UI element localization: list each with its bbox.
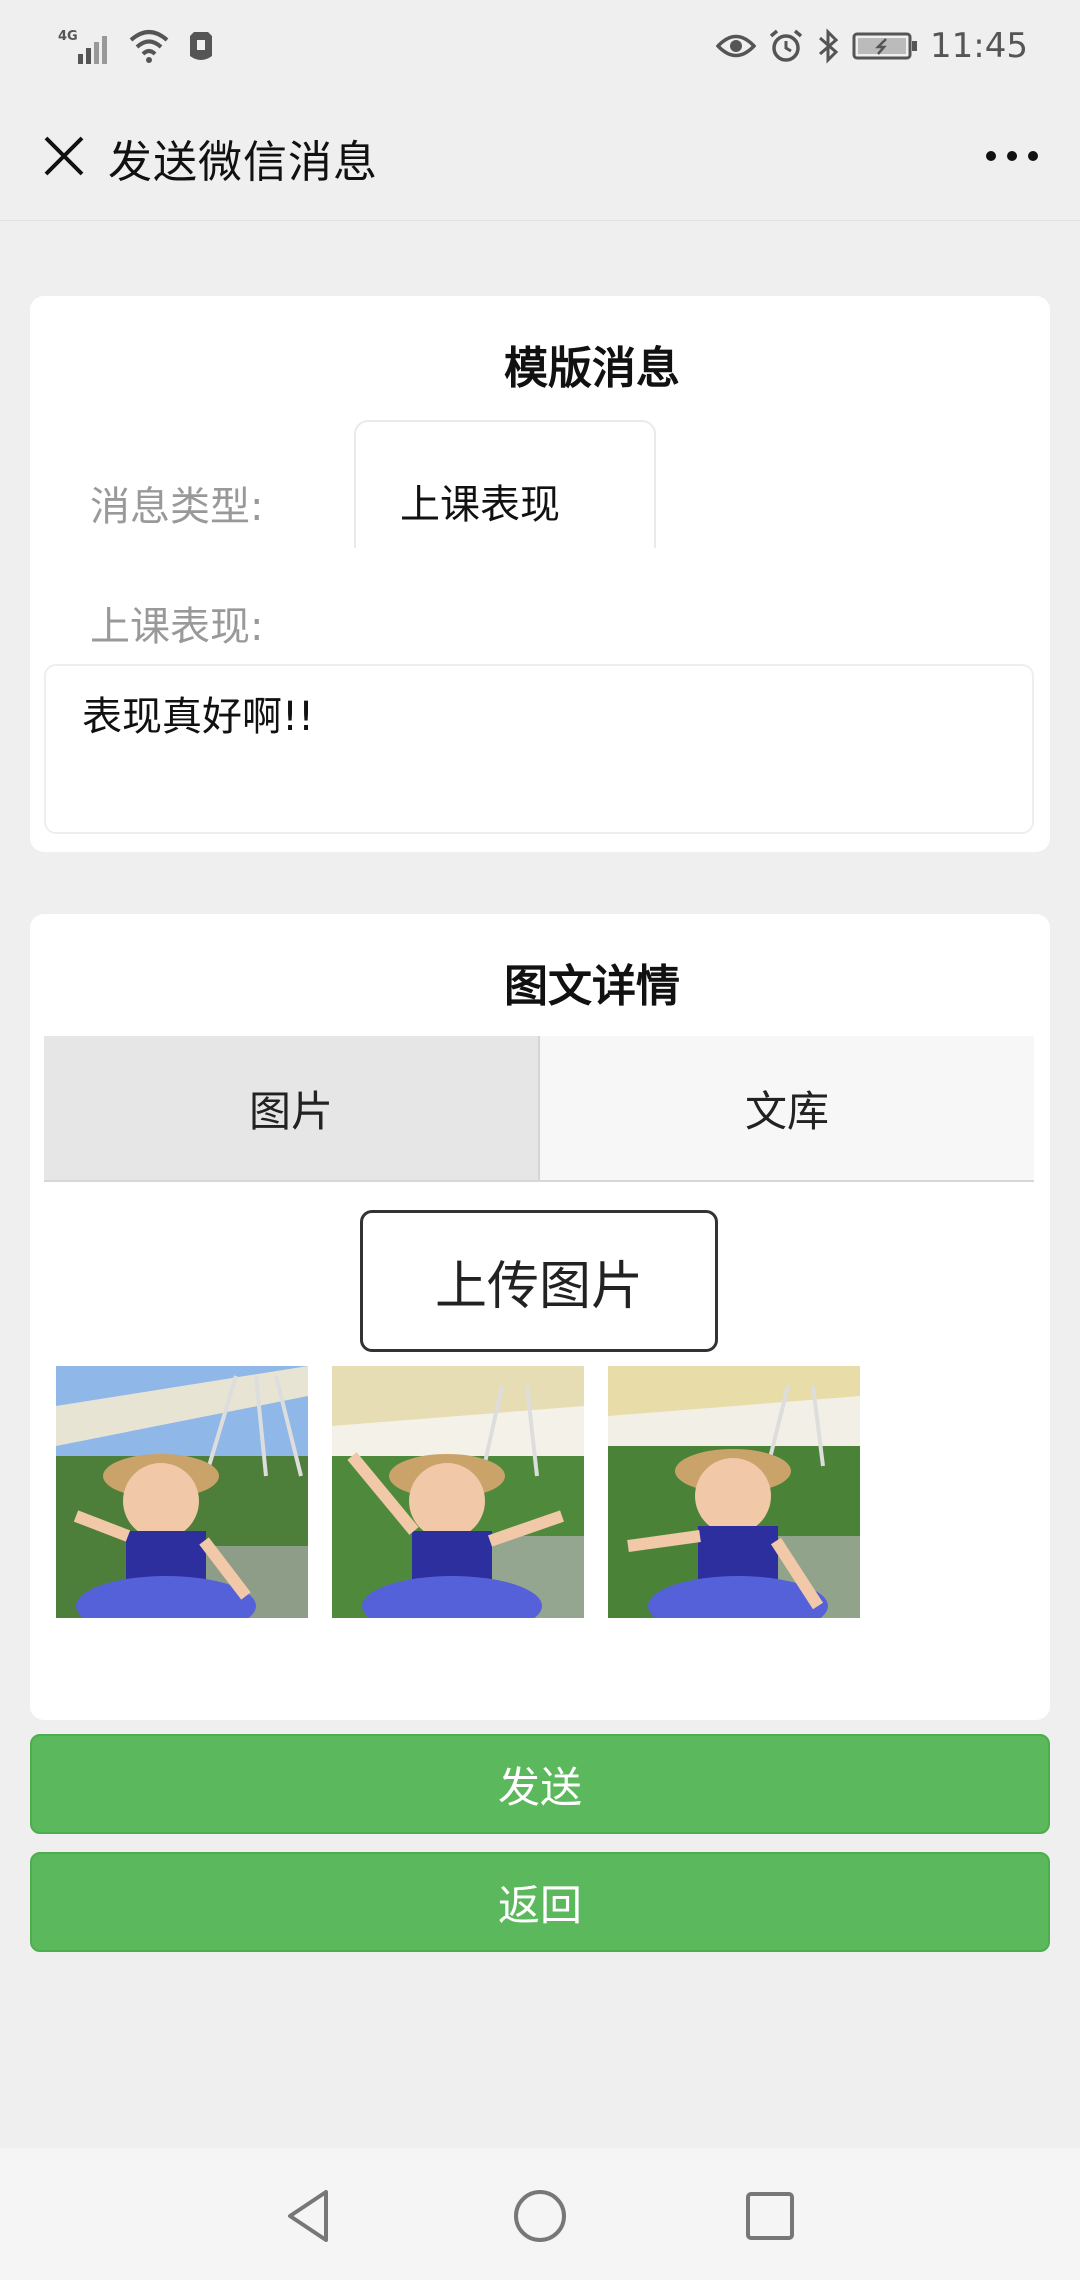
back-button[interactable]: 返回 xyxy=(30,1852,1050,1952)
performance-text: 表现真好啊!! xyxy=(82,694,315,740)
eye-icon xyxy=(716,31,757,61)
signal-icon: 4G xyxy=(58,26,114,66)
bluetooth-icon xyxy=(816,28,840,64)
image-thumbnail[interactable] xyxy=(608,1366,860,1618)
tab-pictures[interactable]: 图片 xyxy=(44,1036,540,1180)
detail-card-title: 图文详情 xyxy=(504,961,680,1012)
image-thumbnail[interactable] xyxy=(56,1366,308,1618)
system-back-icon[interactable] xyxy=(276,2184,340,2248)
performance-textarea[interactable]: 表现真好啊!! xyxy=(44,664,1034,834)
system-nav-bar xyxy=(0,2148,1080,2280)
svg-text:4G: 4G xyxy=(58,29,78,44)
close-icon[interactable] xyxy=(28,120,100,192)
image-thumbnail[interactable] xyxy=(332,1366,584,1618)
message-type-value: 上课表现 xyxy=(400,482,560,528)
image-thumbnails xyxy=(56,1366,860,1618)
notification-icon xyxy=(184,28,218,64)
message-type-select[interactable]: 上课表现 xyxy=(354,420,656,548)
tab-library[interactable]: 文库 xyxy=(540,1036,1034,1180)
template-message-card: 模版消息 消息类型: 上课表现 上课表现: 表现真好啊!! xyxy=(30,296,1050,852)
nav-bar: 发送微信消息 xyxy=(0,92,1080,221)
upload-image-button[interactable]: 上传图片 xyxy=(360,1210,718,1352)
status-bar: 4G 11:45 xyxy=(0,0,1080,92)
detail-tabs: 图片 文库 xyxy=(44,1036,1034,1182)
status-left: 4G xyxy=(58,22,218,70)
message-type-label: 消息类型: xyxy=(90,484,264,530)
page-title: 发送微信消息 xyxy=(108,137,378,188)
detail-card: 图文详情 图片 文库 上传图片 xyxy=(30,914,1050,1720)
alarm-icon xyxy=(768,28,804,64)
status-time: 11:45 xyxy=(930,26,1028,66)
battery-icon xyxy=(852,31,918,61)
template-card-title: 模版消息 xyxy=(504,343,680,394)
system-home-icon[interactable] xyxy=(508,2184,572,2248)
wifi-icon xyxy=(128,28,170,64)
performance-label: 上课表现: xyxy=(90,604,264,650)
more-icon[interactable] xyxy=(976,120,1048,192)
status-right: 11:45 xyxy=(716,22,1028,70)
send-button[interactable]: 发送 xyxy=(30,1734,1050,1834)
system-recent-icon[interactable] xyxy=(738,2184,802,2248)
screen: 4G 11:45 发送微信消息 模版消息 消息类型: 上课表现 上课表现: 表现… xyxy=(0,0,1080,2280)
